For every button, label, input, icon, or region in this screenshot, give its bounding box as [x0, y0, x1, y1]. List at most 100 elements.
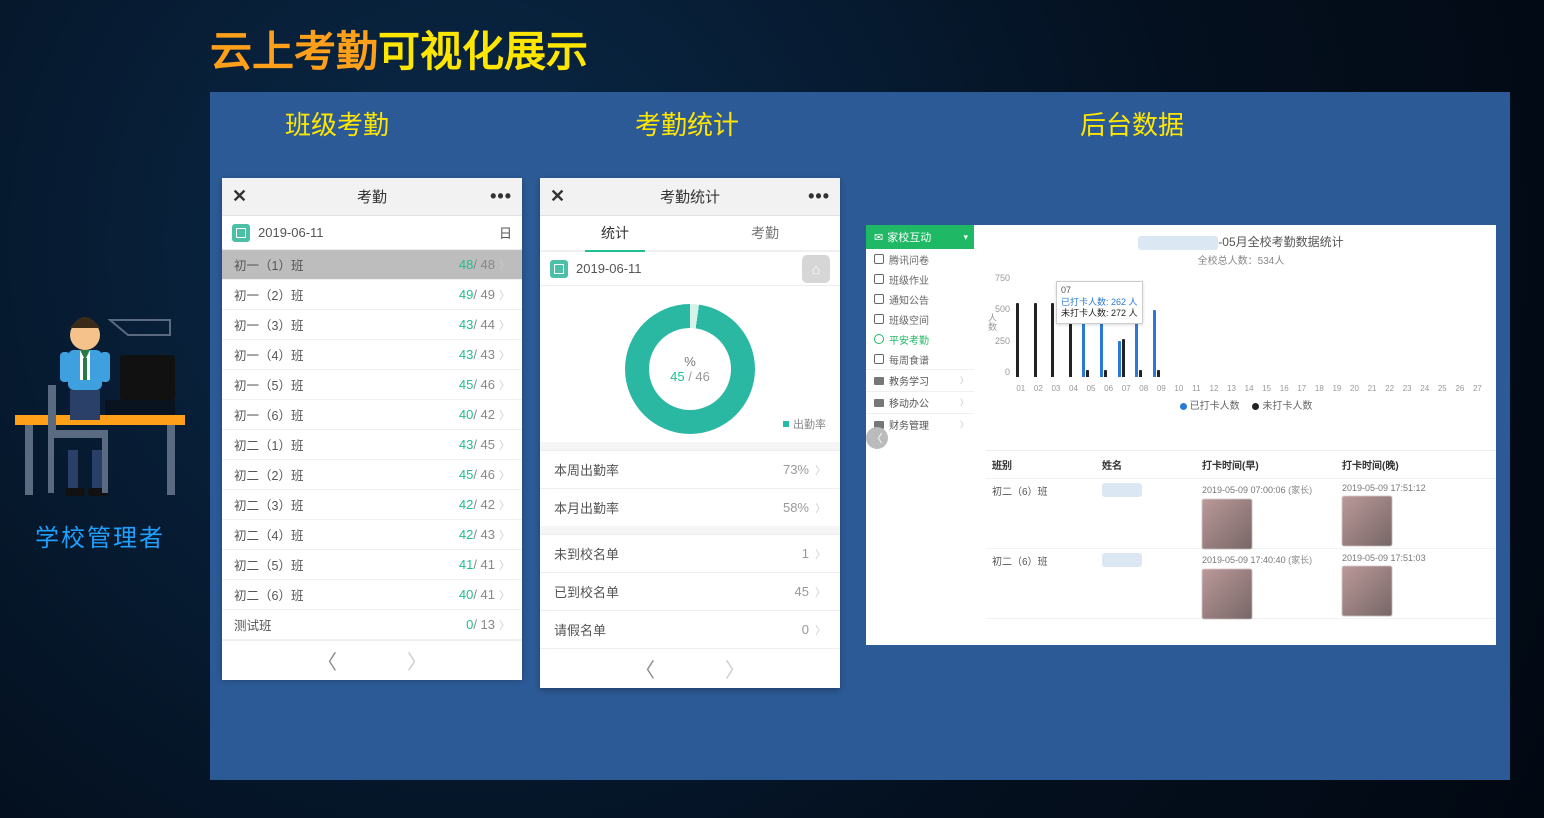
- sidebar-group[interactable]: 教务学习〉: [866, 369, 974, 391]
- class-row[interactable]: 初二（3）班42/ 42〉: [222, 490, 522, 520]
- y-axis-ticks: 7505002500: [990, 273, 1010, 377]
- class-row[interactable]: 初一（6）班40/ 42〉: [222, 400, 522, 430]
- attendance-table: 班别 姓名 打卡时间(早) 打卡时间(晚) 初二（6）班 2019-05-09 …: [986, 450, 1496, 619]
- donut-chart: % 45 / 46: [625, 304, 755, 434]
- class-row[interactable]: 初二（4）班42/ 43〉: [222, 520, 522, 550]
- home-icon[interactable]: ⌂: [802, 255, 830, 283]
- next-icon[interactable]: 〉: [725, 654, 745, 683]
- table-row[interactable]: 初二（6）班 2019-05-09 07:00:06 (家长) 2019-05-…: [986, 479, 1496, 549]
- class-row[interactable]: 测试班0/ 13〉: [222, 610, 522, 640]
- class-row[interactable]: 初二（2）班45/ 46〉: [222, 460, 522, 490]
- calendar-icon: [550, 260, 568, 278]
- phone1-date-row[interactable]: 2019-06-11 日: [222, 216, 522, 250]
- donut-center: % 45 / 46: [649, 328, 731, 410]
- sidebar-item[interactable]: 通知公告: [866, 289, 974, 309]
- chart-area: -05月全校考勤数据统计 全校总人数：534人 人数 7505002500 01…: [986, 225, 1496, 412]
- sidebar-item-icon: [874, 254, 884, 264]
- table-row[interactable]: 初二（6）班 2019-05-09 17:40:40 (家长) 2019-05-…: [986, 549, 1496, 619]
- tab-stats[interactable]: 统计: [540, 216, 690, 250]
- section-label-backend: 后台数据: [1080, 105, 1184, 142]
- class-name: 初二（5）班: [234, 555, 459, 574]
- class-name: 初二（6）班: [234, 585, 459, 604]
- chart-legend: 已打卡人数 未打卡人数: [986, 397, 1496, 412]
- phone2-date-row[interactable]: 2019-06-11 ⌂: [540, 252, 840, 286]
- close-icon[interactable]: ✕: [550, 186, 565, 207]
- stat-leave[interactable]: 请假名单0〉: [540, 610, 840, 648]
- class-name: 初一（1）班: [234, 255, 459, 274]
- bar-chart: 人数 7505002500 01020304050607080910111213…: [1012, 273, 1486, 393]
- collapse-sidebar-icon[interactable]: 〈: [866, 427, 888, 449]
- donut-legend: 出勤率: [783, 416, 826, 432]
- class-name: 初一（3）班: [234, 315, 459, 334]
- photo-thumbnail: [1202, 499, 1252, 549]
- sidebar-item[interactable]: 班级作业: [866, 269, 974, 289]
- backend-dashboard: ✉ 家校互动▾ 腾讯问卷班级作业通知公告班级空间平安考勤每周食谱 教务学习〉移动…: [866, 225, 1496, 645]
- phone2-header: ✕ 考勤统计 •••: [540, 178, 840, 216]
- class-name: 初一（6）班: [234, 405, 459, 424]
- th-name: 姓名: [1096, 457, 1196, 472]
- stat-month[interactable]: 本月出勤率58%〉: [540, 488, 840, 526]
- photo-thumbnail: [1342, 566, 1392, 616]
- page-title-part1: 云上考勤: [210, 28, 378, 75]
- calendar-icon: [232, 224, 250, 242]
- chart-tooltip: 07 已打卡人数: 262 人 未打卡人数: 272 人: [1056, 281, 1143, 324]
- sidebar-item[interactable]: 班级空间: [866, 309, 974, 329]
- folder-icon: [874, 399, 884, 407]
- close-icon[interactable]: ✕: [232, 186, 247, 207]
- attendance-donut: % 45 / 46 出勤率: [540, 286, 840, 442]
- prev-icon[interactable]: 〈: [635, 654, 655, 683]
- class-name: 初一（2）班: [234, 285, 459, 304]
- th-class: 班别: [986, 457, 1096, 472]
- class-name: 初二（4）班: [234, 525, 459, 544]
- phone2-pagination: 〈 〉: [540, 648, 840, 688]
- class-name: 初一（5）班: [234, 375, 459, 394]
- sidebar-item[interactable]: 每周食谱: [866, 349, 974, 369]
- next-icon[interactable]: 〉: [407, 646, 427, 675]
- photo-thumbnail: [1342, 496, 1392, 546]
- class-row[interactable]: 初二（6）班40/ 41〉: [222, 580, 522, 610]
- class-row[interactable]: 初二（1）班43/ 45〉: [222, 430, 522, 460]
- page-title: 云上考勤可视化展示: [210, 18, 588, 79]
- class-name: 初二（3）班: [234, 495, 459, 514]
- sidebar-group[interactable]: 移动办公〉: [866, 391, 974, 413]
- phone-class-attendance: ✕ 考勤 ••• 2019-06-11 日 初一（1）班48/ 48〉初一（2）…: [222, 178, 522, 678]
- phone1-pagination: 〈 〉: [222, 640, 522, 680]
- more-icon[interactable]: •••: [808, 186, 830, 207]
- sidebar-item-icon: [874, 314, 884, 324]
- class-name: 初一（4）班: [234, 345, 459, 364]
- photo-thumbnail: [1202, 569, 1252, 619]
- stat-week[interactable]: 本周出勤率73%〉: [540, 450, 840, 488]
- prev-icon[interactable]: 〈: [317, 646, 337, 675]
- admin-illustration: 学校管理者: [10, 300, 190, 553]
- phone1-title: 考勤: [357, 186, 387, 207]
- class-row[interactable]: 初一（4）班43/ 43〉: [222, 340, 522, 370]
- class-row[interactable]: 初一（5）班45/ 46〉: [222, 370, 522, 400]
- class-row[interactable]: 初一（3）班43/ 44〉: [222, 310, 522, 340]
- stat-arrived[interactable]: 已到校名单45〉: [540, 572, 840, 610]
- sidebar-item-icon: [874, 334, 884, 344]
- sidebar-item-icon: [874, 274, 884, 284]
- phone1-header: ✕ 考勤 •••: [222, 178, 522, 216]
- sidebar-item[interactable]: 平安考勤: [866, 329, 974, 349]
- sidebar-header[interactable]: ✉ 家校互动▾: [866, 225, 974, 249]
- table-header-row: 班别 姓名 打卡时间(早) 打卡时间(晚): [986, 451, 1496, 479]
- more-icon[interactable]: •••: [490, 186, 512, 207]
- phone2-tabs: 统计 考勤: [540, 216, 840, 252]
- th-late: 打卡时间(晚): [1336, 457, 1476, 472]
- class-row[interactable]: 初一（1）班48/ 48〉: [222, 250, 522, 280]
- class-row[interactable]: 初二（5）班41/ 41〉: [222, 550, 522, 580]
- class-name: 测试班: [234, 615, 466, 634]
- phone1-unit: 日: [499, 223, 512, 242]
- class-name: 初二（1）班: [234, 435, 459, 454]
- tab-attend[interactable]: 考勤: [690, 216, 840, 250]
- section-label-class: 班级考勤: [285, 105, 389, 142]
- stat-absent[interactable]: 未到校名单1〉: [540, 534, 840, 572]
- class-row[interactable]: 初一（2）班49/ 49〉: [222, 280, 522, 310]
- class-name: 初二（2）班: [234, 465, 459, 484]
- th-early: 打卡时间(早): [1196, 457, 1336, 472]
- chart-subtitle: 全校总人数：534人: [986, 252, 1496, 267]
- sidebar-item[interactable]: 腾讯问卷: [866, 249, 974, 269]
- phone2-title: 考勤统计: [660, 186, 720, 207]
- section-label-stats: 考勤统计: [635, 105, 739, 142]
- phone-attendance-stats: ✕ 考勤统计 ••• 统计 考勤 2019-06-11 ⌂ % 45 / 46 …: [540, 178, 840, 688]
